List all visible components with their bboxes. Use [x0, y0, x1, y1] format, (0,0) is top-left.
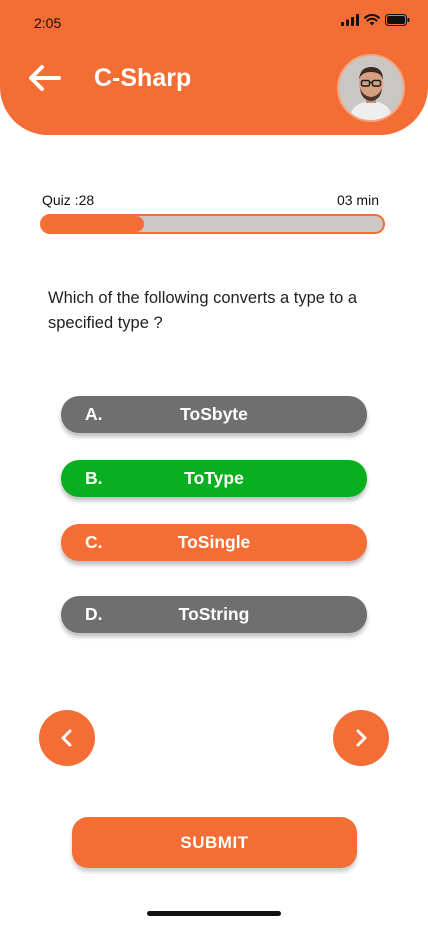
- progress-fill: [42, 216, 145, 232]
- option-c[interactable]: C. ToSingle: [61, 524, 367, 561]
- arrow-left-icon: [29, 65, 61, 91]
- user-avatar-image: [339, 56, 403, 120]
- submit-button[interactable]: SUBMIT: [72, 817, 357, 868]
- status-time: 2:05: [34, 15, 62, 31]
- back-button[interactable]: [26, 62, 66, 94]
- quiz-label: Quiz :28: [42, 192, 95, 208]
- option-text: ToSingle: [177, 532, 251, 552]
- battery-icon: [385, 14, 410, 26]
- option-a[interactable]: A. ToSbyte: [61, 396, 367, 433]
- time-remaining: 03 min: [336, 192, 379, 208]
- chevron-left-icon: [61, 729, 72, 747]
- question-text: Which of the following converts a type t…: [48, 289, 358, 332]
- avatar[interactable]: [337, 54, 405, 122]
- option-b[interactable]: B. ToType: [61, 460, 367, 497]
- option-text: ToString: [178, 604, 250, 624]
- header: 2:05 C-Sharp: [0, 0, 428, 135]
- next-button[interactable]: [333, 710, 389, 766]
- previous-button[interactable]: [39, 710, 95, 766]
- option-text: ToType: [184, 468, 244, 488]
- home-indicator: [147, 911, 281, 916]
- chevron-right-icon: [356, 729, 367, 747]
- signal-icon: [341, 14, 359, 26]
- status-icons: [341, 14, 410, 26]
- progress-bar: [40, 214, 385, 234]
- page-title: C-Sharp: [94, 64, 192, 92]
- option-text: ToSbyte: [180, 404, 248, 424]
- wifi-icon: [364, 14, 380, 26]
- option-d[interactable]: D. ToString: [61, 596, 367, 633]
